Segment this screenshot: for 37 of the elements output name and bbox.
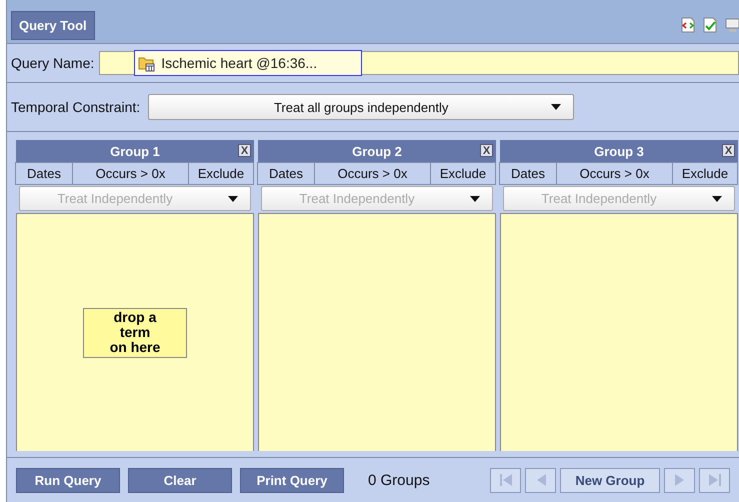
toolbar-button[interactable]: Run Query bbox=[16, 468, 120, 492]
first-icon bbox=[498, 473, 514, 487]
column-header[interactable]: Dates bbox=[257, 162, 315, 185]
close-button[interactable]: X bbox=[722, 144, 735, 157]
close-button[interactable]: X bbox=[480, 144, 493, 157]
drop-hint: drop a term on here bbox=[83, 308, 187, 358]
new-group-button[interactable]: New Group bbox=[560, 468, 660, 492]
column-header[interactable]: Occurs > 0x bbox=[556, 162, 673, 185]
query-name-field[interactable]: Ischemic heart @16:36... bbox=[99, 51, 739, 75]
group-title: Group 1 bbox=[110, 144, 160, 158]
group-count: 0 Groups bbox=[368, 472, 431, 488]
monitor-icon[interactable] bbox=[725, 16, 739, 32]
last-icon bbox=[706, 473, 722, 487]
code-icon[interactable] bbox=[681, 16, 695, 32]
group-title: Group 3 bbox=[594, 144, 644, 158]
group-title: Group 2 bbox=[352, 144, 402, 158]
field-label: Temporal Constraint: bbox=[11, 99, 140, 115]
column-header[interactable]: Dates bbox=[15, 162, 73, 185]
caret-icon bbox=[712, 196, 722, 202]
column-header[interactable]: Exclude bbox=[430, 162, 496, 185]
temporal-constraint-dropdown[interactable]: Treat all groups independently bbox=[148, 94, 574, 120]
checklist-icon[interactable] bbox=[703, 16, 717, 32]
close-button[interactable]: X bbox=[238, 144, 251, 157]
tab[interactable]: Query Tool bbox=[11, 11, 95, 40]
column-header[interactable]: Exclude bbox=[672, 162, 738, 185]
query-name-chip[interactable]: Ischemic heart @16:36... bbox=[134, 50, 362, 76]
column-header[interactable]: Occurs > 0x bbox=[314, 162, 431, 185]
folder-icon bbox=[138, 54, 156, 72]
caret-icon bbox=[228, 196, 238, 202]
caret-icon bbox=[470, 196, 480, 202]
column-header[interactable]: Dates bbox=[499, 162, 557, 185]
field-label: Query Name: bbox=[11, 55, 94, 71]
toolbar-button[interactable]: Clear bbox=[128, 468, 232, 492]
column-header[interactable]: Exclude bbox=[188, 162, 254, 185]
caret-icon bbox=[551, 104, 562, 110]
toolbar-button[interactable]: Print Query bbox=[240, 468, 344, 492]
column-header[interactable]: Occurs > 0x bbox=[72, 162, 189, 185]
